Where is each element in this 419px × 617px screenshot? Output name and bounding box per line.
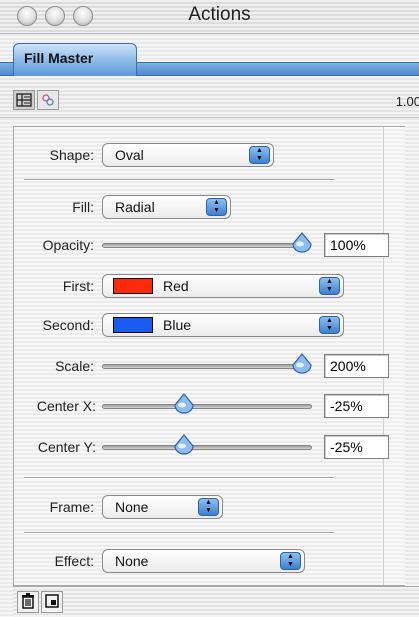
opacity-slider-track[interactable] [102, 243, 308, 248]
divider [24, 179, 334, 181]
popup-arrows-icon [319, 277, 340, 295]
trash-icon [22, 593, 34, 609]
frame-row: Frame: None [14, 493, 405, 523]
opacity-field[interactable]: 100% [324, 233, 389, 257]
effects-icon [42, 94, 54, 106]
fill-master-panel: Shape: Oval Fill: Radial Opacity: 100% [13, 126, 405, 586]
zoom-level: 1.00 [395, 94, 419, 109]
first-color-swatch [113, 278, 153, 294]
center-x-slider-knob[interactable] [173, 393, 195, 415]
shape-row: Shape: Oval [14, 141, 405, 171]
second-color-popup[interactable]: Blue [102, 313, 344, 337]
tab-fill-master[interactable]: Fill Master [13, 43, 137, 76]
scale-row: Scale: 200% [14, 352, 405, 382]
second-color-swatch [113, 317, 153, 333]
effect-value: None [115, 553, 149, 569]
frame-label: Frame: [49, 499, 94, 515]
list-view-icon [16, 93, 32, 107]
list-view-button[interactable] [13, 90, 35, 110]
opacity-label: Opacity: [42, 237, 94, 253]
center-x-label: Center X: [36, 398, 96, 414]
first-color-row: First: Red [14, 272, 405, 302]
popup-arrows-icon [249, 146, 270, 164]
scale-slider-track[interactable] [102, 364, 308, 369]
center-y-slider-knob[interactable] [173, 434, 195, 456]
divider [24, 532, 334, 534]
shape-value: Oval [115, 147, 144, 163]
center-y-slider-track[interactable] [102, 445, 312, 450]
new-item-button[interactable] [41, 591, 63, 613]
shape-popup[interactable]: Oval [102, 143, 274, 167]
center-x-row: Center X: -25% [14, 392, 405, 422]
window-title: Actions [188, 4, 251, 25]
scale-label: Scale: [55, 358, 94, 374]
toolbar: 1.00 [0, 76, 419, 118]
fill-popup[interactable]: Radial [102, 195, 231, 219]
frame-value: None [115, 499, 149, 515]
center-x-slider-track[interactable] [102, 404, 312, 409]
first-color-value: Red [163, 278, 189, 294]
popup-arrows-icon [206, 198, 227, 216]
fill-row: Fill: Radial [14, 193, 405, 223]
popup-arrows-icon [198, 498, 219, 516]
center-y-label: Center Y: [37, 439, 96, 455]
opacity-row: Opacity: 100% [14, 231, 405, 261]
shape-label: Shape: [49, 147, 94, 163]
title-bar[interactable]: Actions [0, 0, 419, 34]
second-color-row: Second: Blue [14, 311, 405, 341]
divider [24, 477, 334, 479]
bottom-toolbar [13, 586, 419, 617]
opacity-slider-knob[interactable] [291, 232, 313, 254]
effect-popup[interactable]: None [102, 549, 305, 573]
effect-label: Effect: [54, 553, 94, 569]
center-y-row: Center Y: -25% [14, 433, 405, 463]
trash-button[interactable] [17, 591, 39, 613]
center-y-field[interactable]: -25% [324, 435, 389, 459]
second-color-label: Second: [42, 317, 94, 333]
popup-arrows-icon [319, 316, 340, 334]
fill-value: Radial [115, 199, 155, 215]
popup-arrows-icon [280, 552, 301, 570]
scale-field[interactable]: 200% [324, 354, 389, 378]
first-color-popup[interactable]: Red [102, 274, 344, 298]
fill-label: Fill: [72, 199, 94, 215]
second-color-value: Blue [163, 317, 192, 333]
new-item-icon [45, 594, 59, 608]
tab-bar: Fill Master [0, 34, 419, 76]
actions-window: Actions Fill Master 1.00 Shape: Oval ▲ ▼… [0, 0, 419, 617]
first-color-label: First: [62, 278, 94, 294]
scale-slider-knob[interactable] [291, 353, 313, 375]
frame-popup[interactable]: None [102, 495, 223, 519]
effects-button[interactable] [37, 90, 59, 110]
effect-row: Effect: None [14, 547, 405, 577]
center-x-field[interactable]: -25% [324, 394, 389, 418]
